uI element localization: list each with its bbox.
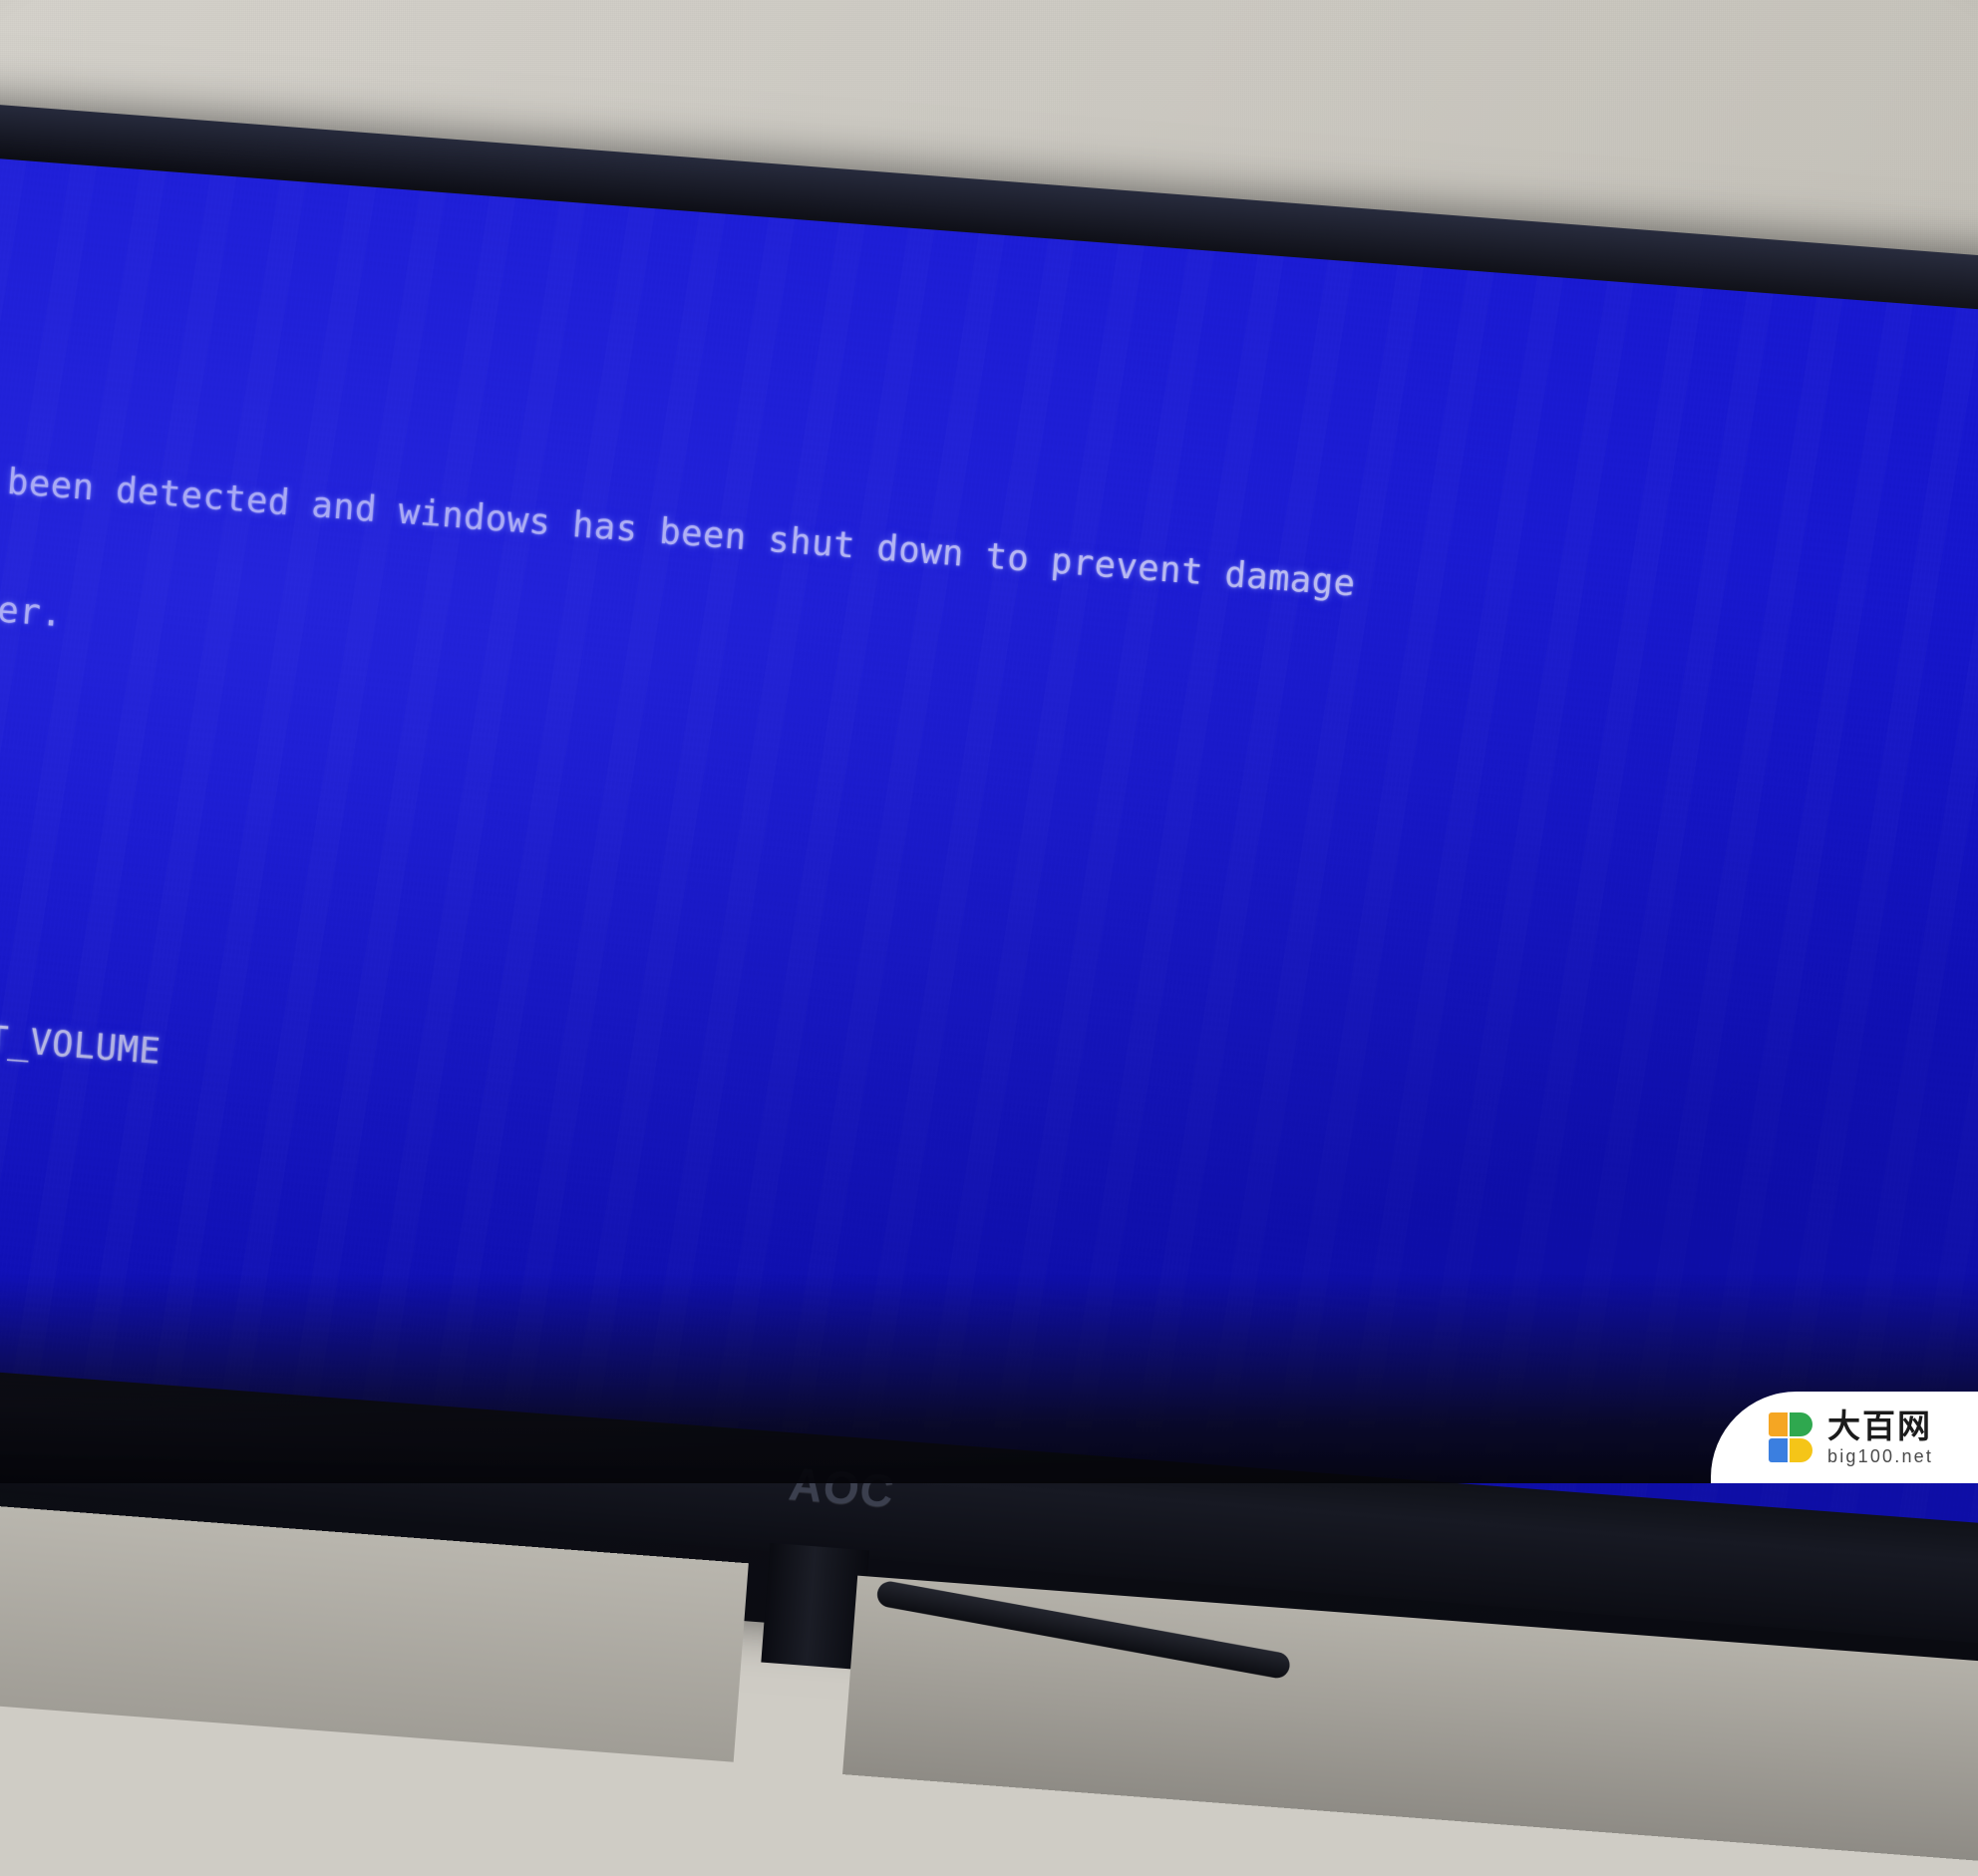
watermark-logo-square-blue (1769, 1438, 1788, 1462)
bsod-message-body: A problem has been detected and windows … (0, 223, 1978, 1527)
bsod-intro-paragraph: A problem has been detected and windows … (0, 352, 1978, 875)
watermark-name-cn: 大百网 (1827, 1409, 1933, 1442)
spacer (0, 1163, 1978, 1388)
watermark-name-en: big100.net (1827, 1447, 1933, 1465)
site-watermark: 大百网 big100.net (1711, 1392, 1978, 1483)
watermark-logo-icon (1769, 1412, 1814, 1462)
monitor-screen: A problem has been detected and windows … (0, 150, 1978, 1527)
watermark-logo-square-green (1790, 1412, 1813, 1436)
monitor: A problem has been detected and windows … (0, 96, 1978, 1718)
aoc-brand-logo: AOC (787, 1456, 898, 1518)
watermark-logo-square-yellow (1790, 1438, 1813, 1462)
watermark-text: 大百网 big100.net (1827, 1409, 1933, 1465)
spacer (0, 821, 1978, 1046)
bsod-error-code: UNMOUNTABLE_BOOT_VOLUME (0, 993, 1978, 1217)
watermark-logo-square-orange (1769, 1412, 1788, 1436)
